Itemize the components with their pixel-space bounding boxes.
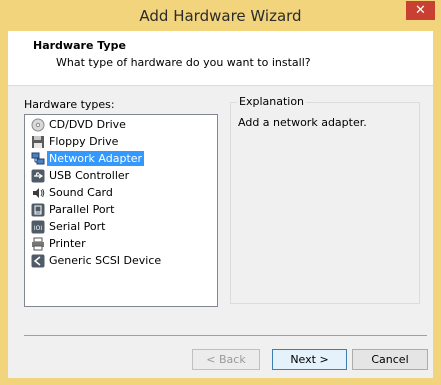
list-item-sound-card[interactable]: Sound Card: [31, 184, 115, 201]
back-button[interactable]: < Back: [192, 349, 260, 370]
sound-card-icon: [31, 186, 45, 200]
list-item-label: Floppy Drive: [49, 135, 119, 148]
parallel-port-icon: [31, 203, 45, 217]
explanation-group: Explanation Add a network adapter.: [230, 95, 420, 304]
page-subtitle: What type of hardware do you want to ins…: [56, 56, 311, 69]
list-item-generic-scsi-device[interactable]: Generic SCSI Device: [31, 252, 163, 269]
list-item-label: Parallel Port: [49, 203, 115, 216]
list-item-serial-port[interactable]: IOI Serial Port: [31, 218, 107, 235]
explanation-label: Explanation: [237, 95, 307, 108]
serial-port-icon: IOI: [31, 220, 45, 234]
printer-icon: [31, 237, 45, 251]
list-item-label: Network Adapter: [47, 151, 145, 166]
explanation-text: Add a network adapter.: [238, 116, 367, 129]
list-item-cd-dvd[interactable]: CD/DVD Drive: [31, 116, 128, 133]
list-item-usb-controller[interactable]: USB Controller: [31, 167, 131, 184]
floppy-icon: [31, 135, 45, 149]
button-separator: [24, 335, 427, 336]
list-item-label: Sound Card: [49, 186, 113, 199]
next-button[interactable]: Next >: [272, 349, 347, 370]
list-item-network-adapter[interactable]: Network Adapter: [31, 150, 145, 167]
title-bar[interactable]: Add Hardware Wizard ✕: [0, 0, 441, 31]
list-item-parallel-port[interactable]: Parallel Port: [31, 201, 116, 218]
close-button[interactable]: ✕: [406, 1, 435, 20]
network-adapter-icon: [31, 152, 45, 166]
svg-text:IOI: IOI: [34, 225, 42, 232]
list-item-printer[interactable]: Printer: [31, 235, 88, 252]
usb-icon: [31, 169, 45, 183]
list-item-label: Generic SCSI Device: [49, 254, 162, 267]
list-item-label: USB Controller: [49, 169, 130, 182]
list-item-floppy[interactable]: Floppy Drive: [31, 133, 120, 150]
wizard-body: Hardware Type What type of hardware do y…: [8, 31, 433, 378]
close-icon: ✕: [415, 3, 426, 18]
hardware-types-label: Hardware types:: [24, 98, 115, 111]
wizard-window: Add Hardware Wizard ✕ Hardware Type What…: [0, 0, 441, 385]
cd-dvd-icon: [31, 118, 45, 132]
list-item-label: Printer: [49, 237, 86, 250]
wizard-header: Hardware Type What type of hardware do y…: [8, 31, 433, 86]
hardware-types-list[interactable]: CD/DVD Drive Floppy Drive Network Adapte…: [24, 114, 218, 307]
list-item-label: CD/DVD Drive: [49, 118, 126, 131]
list-item-label: Serial Port: [49, 220, 106, 233]
scsi-icon: [31, 254, 45, 268]
window-title: Add Hardware Wizard: [139, 7, 302, 25]
page-title: Hardware Type: [33, 39, 126, 52]
cancel-button[interactable]: Cancel: [352, 349, 428, 370]
